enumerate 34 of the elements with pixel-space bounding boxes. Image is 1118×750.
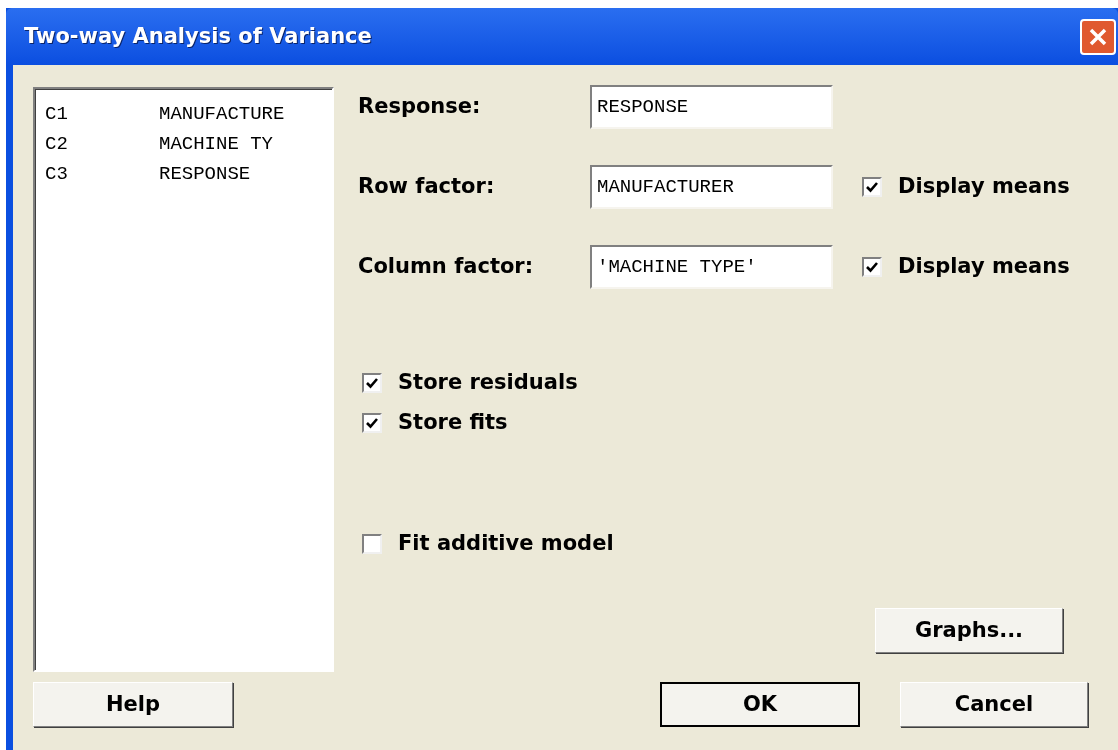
checkbox[interactable] bbox=[862, 257, 882, 277]
checkbox-label: Display means bbox=[898, 253, 1070, 281]
ok-button[interactable]: OK bbox=[660, 682, 860, 727]
help-button[interactable]: Help bbox=[33, 682, 233, 727]
check-icon bbox=[365, 416, 379, 430]
column-name[interactable]: MACHINE TY bbox=[159, 129, 274, 159]
checkbox[interactable] bbox=[362, 534, 382, 554]
checkbox-label: Fit additive model bbox=[398, 530, 614, 558]
column-name[interactable]: MANUFACTURE bbox=[159, 99, 285, 129]
cancel-button[interactable]: Cancel bbox=[900, 682, 1088, 727]
graphs-button[interactable]: Graphs... bbox=[875, 608, 1063, 653]
close-button[interactable] bbox=[1080, 18, 1116, 55]
input-field[interactable]: RESPONSE bbox=[590, 85, 833, 129]
column-id: C3 bbox=[45, 161, 69, 187]
checkbox[interactable] bbox=[862, 177, 882, 197]
column-id: C2 bbox=[45, 131, 69, 157]
field-label: Column factor: bbox=[358, 253, 535, 281]
field-label: Response: bbox=[358, 93, 482, 121]
field-label: Row factor: bbox=[358, 173, 496, 201]
checkbox[interactable] bbox=[362, 373, 382, 393]
input-field[interactable]: MANUFACTURER bbox=[590, 165, 833, 209]
column-id: C1 bbox=[45, 101, 69, 127]
checkbox-label: Store fits bbox=[398, 409, 508, 437]
check-icon bbox=[365, 376, 379, 390]
checkbox[interactable] bbox=[362, 413, 382, 433]
input-field[interactable]: 'MACHINE TYPE' bbox=[590, 245, 833, 289]
checkbox-label: Store residuals bbox=[398, 369, 578, 397]
checkbox-label: Display means bbox=[898, 173, 1070, 201]
column-name[interactable]: RESPONSE bbox=[159, 159, 251, 189]
variable-list[interactable]: C1 MANUFACTURE C2 MACHINE TY C3 RESPONSE bbox=[33, 87, 334, 672]
check-icon bbox=[865, 260, 879, 274]
close-icon bbox=[1088, 26, 1108, 47]
check-icon bbox=[865, 180, 879, 194]
window-title: Two-way Analysis of Variance bbox=[24, 22, 372, 50]
